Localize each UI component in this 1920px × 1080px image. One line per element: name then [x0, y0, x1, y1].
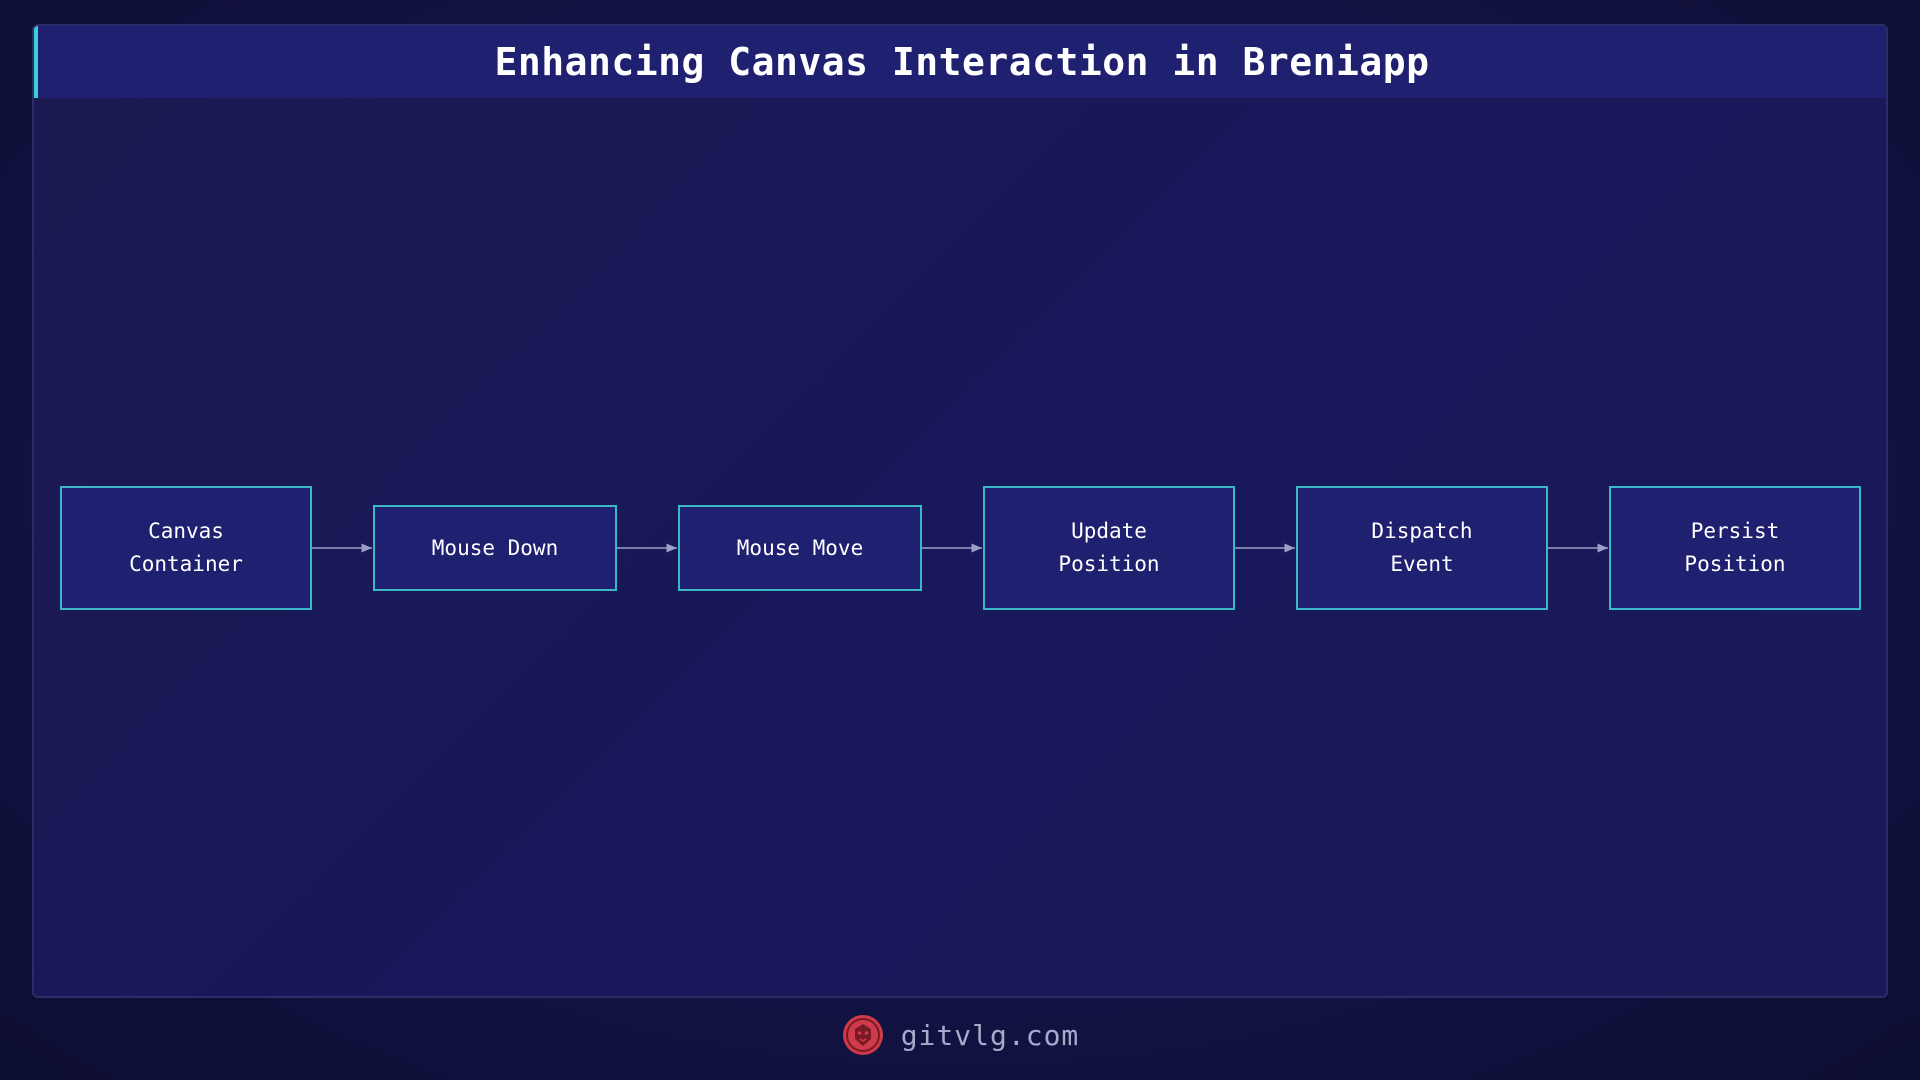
node-mouse-move: Mouse Move: [678, 505, 922, 591]
footer: gitvlg.com: [0, 1010, 1920, 1060]
page: Enhancing Canvas Interaction in Breniapp…: [0, 0, 1920, 1080]
node-mouse-down: Mouse Down: [373, 505, 617, 591]
lion-icon: [842, 1015, 883, 1055]
footer-site-link[interactable]: gitvlg.com: [901, 1019, 1080, 1052]
node-persist-position: Persist Position: [1609, 486, 1861, 610]
node-update-position: Update Position: [983, 486, 1235, 610]
diagram-panel: Enhancing Canvas Interaction in Breniapp…: [32, 24, 1888, 998]
node-canvas-container: Canvas Container: [60, 486, 312, 610]
node-dispatch-event: Dispatch Event: [1296, 486, 1548, 610]
flow-diagram: Canvas Container Mouse Down Mouse Move U…: [34, 26, 1886, 996]
